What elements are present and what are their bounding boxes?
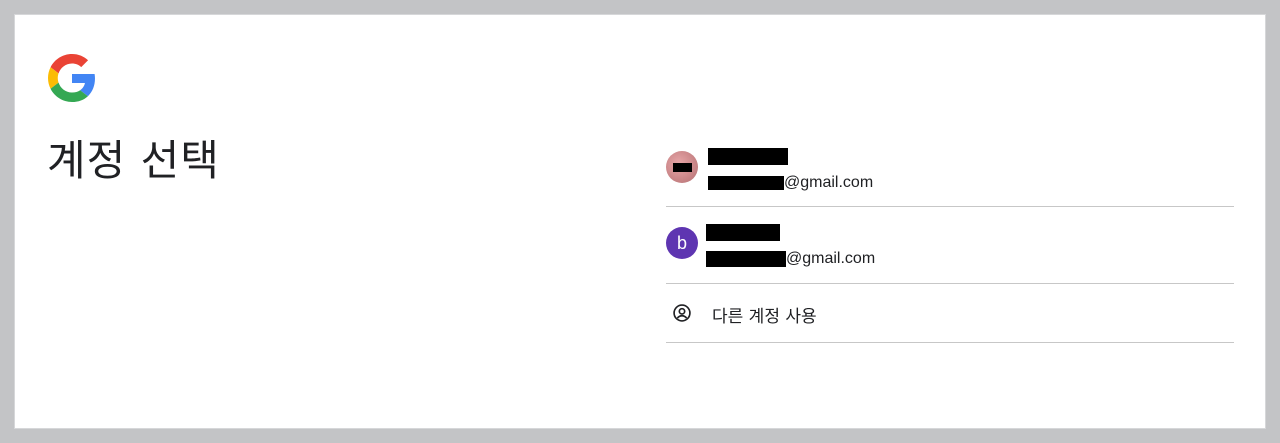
- avatar: b: [666, 227, 698, 259]
- account-item-2[interactable]: b @gmail.com: [666, 207, 1234, 284]
- avatar: [666, 151, 698, 183]
- page-title: 계정 선택: [47, 136, 220, 185]
- email-local-part-redacted: [706, 250, 786, 267]
- google-logo-icon: [48, 54, 95, 102]
- account-item-1[interactable]: @gmail.com: [666, 130, 1234, 207]
- account-list: @gmail.com b @gmail.com 다른 계정 사용: [666, 130, 1234, 343]
- account-name-redacted: [708, 148, 788, 165]
- account-name-redacted: [706, 224, 780, 241]
- account-email: @gmail.com: [706, 250, 875, 268]
- redaction-bar: [673, 163, 692, 172]
- account-circle-icon: [673, 304, 691, 322]
- account-email: @gmail.com: [708, 174, 873, 192]
- use-another-account-button[interactable]: 다른 계정 사용: [666, 284, 1234, 343]
- email-domain: @gmail.com: [786, 250, 876, 267]
- email-domain: @gmail.com: [784, 174, 874, 191]
- use-another-account-label: 다른 계정 사용: [712, 307, 817, 327]
- account-chooser-card: 계정 선택 @gmail.com b @gmail.com 다른 계정 사용: [15, 15, 1265, 428]
- email-local-part-redacted: [708, 175, 784, 190]
